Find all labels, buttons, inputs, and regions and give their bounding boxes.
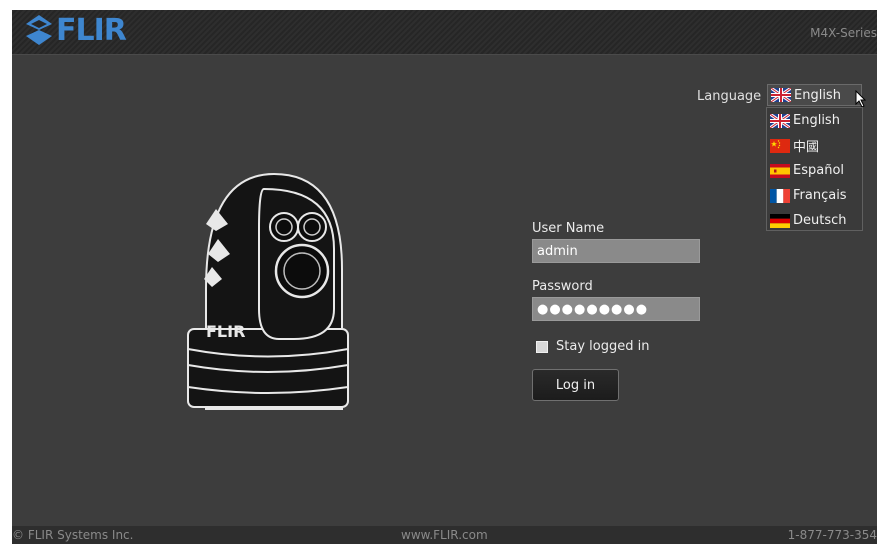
language-label: Language: [697, 89, 762, 104]
password-input[interactable]: [532, 297, 700, 321]
language-selected-label: English: [794, 87, 841, 103]
language-option-label: Deutsch: [793, 213, 847, 228]
language-option-label: English: [793, 113, 840, 128]
footer-bar: © FLIR Systems Inc. www.FLIR.com 1-877-7…: [12, 526, 877, 544]
flir-logo-icon: [26, 15, 52, 45]
language-option-chinese[interactable]: 中國: [767, 133, 862, 158]
language-dropdown-list: English 中國 Español Français Deutsch: [766, 107, 863, 231]
username-input[interactable]: [532, 239, 700, 263]
checkbox-icon[interactable]: [536, 340, 548, 353]
header-bar: FLIR M4X-Series: [12, 10, 877, 54]
stay-logged-in-label: Stay logged in: [556, 339, 650, 354]
language-option-spanish[interactable]: Español: [767, 158, 862, 183]
spain-flag-icon: [770, 163, 790, 178]
language-option-label: Français: [793, 188, 847, 203]
language-select[interactable]: English: [767, 84, 862, 106]
footer-phone: 1-877-773-354: [787, 528, 877, 542]
login-panel: FLIR Language English English 中國 Español…: [12, 54, 877, 527]
germany-flag-icon: [770, 213, 790, 228]
username-label: User Name: [532, 221, 605, 236]
china-flag-icon: [770, 138, 790, 153]
language-option-french[interactable]: Français: [767, 183, 862, 208]
series-label: M4X-Series: [810, 26, 877, 40]
app-frame: FLIR M4X-Series FLIR Language English En…: [12, 10, 877, 544]
camera-illustration: FLIR: [187, 172, 349, 410]
mouse-cursor-icon: [855, 90, 867, 108]
france-flag-icon: [770, 188, 790, 203]
stay-logged-in-row[interactable]: Stay logged in: [536, 339, 649, 354]
language-option-label: Español: [793, 163, 845, 178]
language-option-english[interactable]: English: [767, 108, 862, 133]
language-option-label: 中國: [793, 140, 820, 155]
flir-logo: FLIR: [26, 12, 127, 48]
password-label: Password: [532, 279, 593, 294]
uk-flag-icon: [771, 88, 791, 102]
footer-website[interactable]: www.FLIR.com: [401, 528, 488, 542]
camera-brand-mark: FLIR: [206, 322, 245, 341]
brand-name: FLIR: [56, 12, 127, 48]
footer-copyright: © FLIR Systems Inc.: [12, 528, 134, 542]
language-option-german[interactable]: Deutsch: [767, 208, 862, 233]
login-button[interactable]: Log in: [532, 369, 619, 401]
uk-flag-icon: [770, 113, 790, 128]
